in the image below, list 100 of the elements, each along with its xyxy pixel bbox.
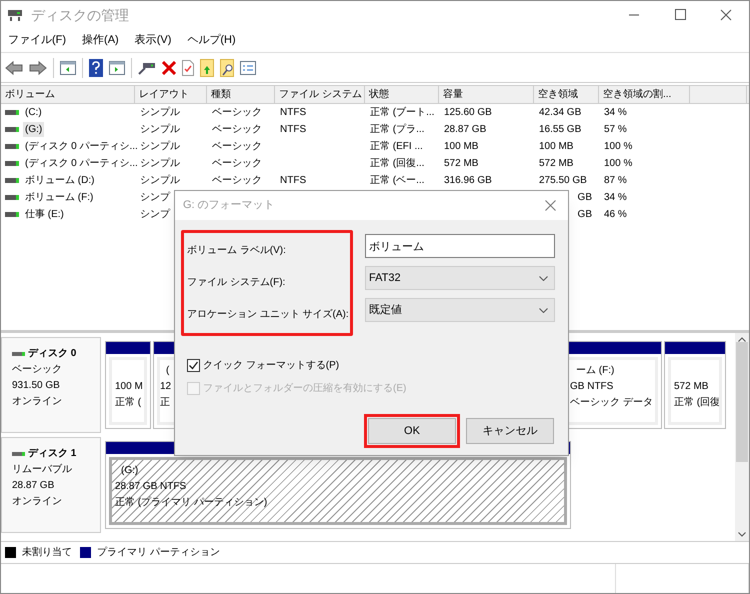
disk-name: ディスク 0 [28, 347, 76, 361]
table-cell-text: 正常 (ブート... [370, 106, 434, 120]
column-header[interactable]: 空き領域の割... [599, 86, 690, 103]
table-cell-text: ベーシック [212, 157, 262, 171]
table-cell-text: NTFS [280, 174, 306, 188]
disk-info: ベーシック [12, 363, 63, 377]
table-cell-text: ベーシック [212, 106, 262, 120]
scroll-thumb[interactable] [736, 342, 748, 462]
input-field[interactable]: ボリューム [365, 234, 555, 258]
column-header[interactable]: 空き領域 [534, 86, 599, 103]
table-cell-text: 125.60 GB [444, 106, 492, 120]
pane-icon[interactable] [109, 60, 125, 74]
drive-icon [5, 144, 19, 149]
partition-label: ( [165, 364, 170, 378]
table-cell-text: 46 % [604, 208, 627, 222]
close-icon[interactable] [545, 200, 556, 211]
drive-icon [5, 195, 19, 200]
partition-info: GB NTFS [570, 380, 614, 394]
table-cell-text: ベーシック [212, 123, 262, 137]
checklist-document-icon[interactable] [182, 60, 194, 76]
menu-item[interactable]: 表示(V) [130, 32, 176, 49]
partition-info: 正常 (プライマリ パーティション) [115, 496, 268, 510]
partition-info: 100 M [115, 380, 143, 394]
connect-drive-icon[interactable] [138, 60, 156, 74]
table-cell-text: 100 % [604, 140, 632, 154]
table-cell-text: 100 MB [539, 140, 574, 154]
disk-name: ディスク 1 [28, 447, 76, 461]
scrollbar[interactable] [735, 333, 749, 541]
pane-icon[interactable] [60, 60, 76, 74]
chevron-down-icon [539, 308, 548, 312]
table-cell-text: 34 % [604, 191, 627, 205]
delete-icon[interactable] [162, 60, 176, 74]
field-label: ファイル システム(F): [187, 276, 286, 290]
scroll-down-icon[interactable] [738, 532, 746, 537]
volume-name[interactable]: (C:) [23, 105, 44, 120]
scroll-up-icon[interactable] [738, 337, 746, 342]
menu-item[interactable]: 操作(A) [77, 32, 124, 49]
table-cell-text: 57 % [604, 123, 627, 137]
partition-info: 572 MB [674, 380, 708, 394]
table-cell-text: ベーシック [212, 174, 262, 188]
column-header[interactable]: ボリューム [1, 86, 135, 103]
column-header[interactable]: レイアウト [135, 86, 207, 103]
disk-info: オンライン [12, 395, 63, 409]
dialog-button[interactable]: OK [368, 418, 456, 444]
volume-name[interactable]: (G:) [23, 122, 44, 137]
table-cell-text: 正常 (ベー... [370, 174, 424, 188]
table-cell-text: シンプル [140, 106, 180, 120]
checkbox-label[interactable]: クイック フォーマットする(P) [203, 358, 340, 373]
column-header[interactable]: ファイル システム [275, 86, 365, 103]
drive-icon [5, 212, 19, 217]
column-header[interactable]: 容量 [439, 86, 534, 103]
field-label: アロケーション ユニット サイズ(A): [187, 308, 349, 322]
partition-block[interactable]: 100 M 正常 ( [105, 341, 151, 429]
legend-label: プライマリ パーティション [97, 546, 220, 560]
table-cell-text: NTFS [280, 123, 306, 137]
back-arrow-icon[interactable] [5, 60, 23, 76]
volume-name[interactable]: ボリューム (D:) [23, 173, 96, 188]
table-cell-text: シンプ [140, 190, 170, 205]
volume-name[interactable]: (ディスク 0 パーティシ... [23, 139, 140, 154]
help-icon[interactable] [89, 58, 103, 76]
column-header[interactable]: 状態 [365, 86, 439, 103]
table-cell-text: 正常 (プラ... [370, 122, 424, 137]
field-label: ボリューム ラベル(V): [187, 244, 286, 258]
table-cell-text: ベーシック [212, 140, 262, 154]
table-cell-text: 16.55 GB [539, 123, 582, 137]
table-cell-text: シンプル [140, 122, 180, 137]
drive-icon [5, 178, 19, 183]
table-cell-text: シンプル [140, 156, 180, 171]
dialog-title: G: のフォーマット [183, 198, 275, 214]
disk-info: 931.50 GB [12, 379, 61, 393]
dialog-button[interactable]: キャンセル [466, 418, 554, 444]
table-cell-text: 87 % [604, 174, 627, 188]
volume-name[interactable]: 仕事 (E:) [23, 207, 66, 222]
table-cell-text: 572 MB [444, 157, 478, 171]
folder-up-icon[interactable] [200, 58, 214, 76]
forward-arrow-icon[interactable] [29, 60, 47, 76]
chevron-down-icon [539, 276, 548, 280]
table-cell-text: 28.87 GB [444, 123, 486, 137]
table-cell-text: 34 % [604, 106, 627, 120]
table-cell-text: NTFS [280, 106, 306, 120]
dropdown[interactable]: FAT32 [365, 266, 555, 290]
volume-name[interactable]: ボリューム (F:) [23, 190, 96, 205]
table-cell-text: シンプル [140, 174, 180, 188]
drive-icon [5, 127, 19, 132]
column-header[interactable]: 種類 [207, 86, 275, 103]
table-cell-text: 316.96 GB [444, 174, 492, 188]
partition-block[interactable]: (G:) 28.87 GB NTFS 正常 (プライマリ パーティション) [105, 441, 571, 529]
partition-info: 正常 ( [115, 396, 142, 410]
volume-name[interactable]: (ディスク 0 パーティシ... [23, 156, 140, 171]
window-title: ディスクの管理 [31, 6, 129, 24]
checklist-icon[interactable] [240, 60, 256, 74]
table-cell-text: シンプル [140, 140, 180, 154]
menu-item[interactable]: ファイル(F) [3, 32, 72, 49]
menu-item[interactable]: ヘルプ(H) [182, 32, 241, 49]
partition-bar [106, 342, 150, 354]
dropdown[interactable]: 既定値 [365, 298, 555, 322]
folder-search-icon[interactable] [220, 58, 234, 76]
partition-info: ベーシック データ [570, 396, 653, 410]
disk-drive-icon [7, 8, 23, 22]
checkbox[interactable] [187, 359, 200, 372]
